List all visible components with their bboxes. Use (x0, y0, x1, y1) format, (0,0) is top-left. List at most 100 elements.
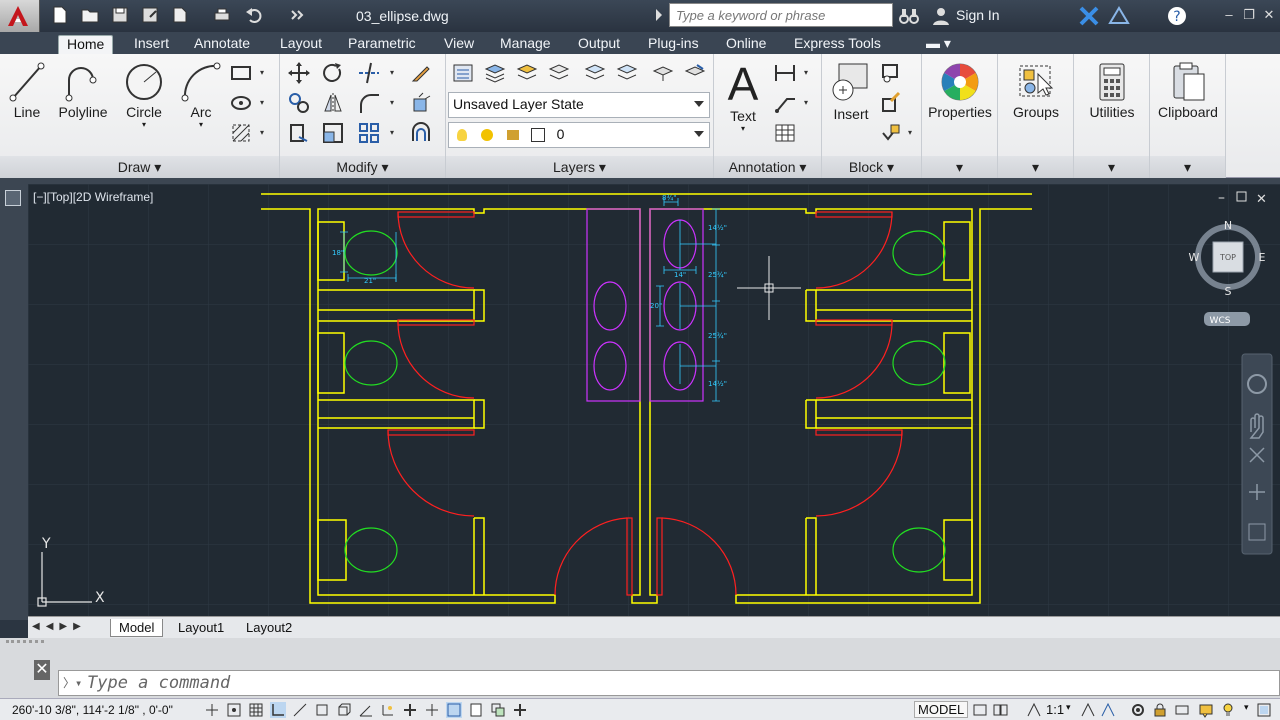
text-button[interactable]: A Text ▾ (720, 58, 766, 133)
notification-icon[interactable] (1198, 702, 1214, 718)
hatch-dropdown-icon[interactable]: ▾ (260, 98, 268, 107)
viewcube-w-label[interactable]: W (1189, 251, 1200, 264)
clipboard-button[interactable]: Clipboard (1150, 60, 1226, 120)
grid-display-icon[interactable] (248, 702, 264, 718)
annotation-scale-dropdown-icon[interactable]: ▾ (1066, 702, 1071, 713)
user-icon[interactable] (930, 5, 952, 27)
explode-icon[interactable] (408, 90, 434, 116)
hardware-acceleration-icon[interactable] (1174, 702, 1190, 718)
tab-layout[interactable]: Layout (272, 35, 330, 54)
tab-express-tools[interactable]: Express Tools (786, 35, 889, 54)
gradient-icon[interactable] (228, 120, 254, 146)
layer-off-icon[interactable] (546, 60, 572, 86)
plot-preview-icon[interactable] (170, 5, 192, 25)
isolate-objects-icon[interactable] (1220, 702, 1236, 718)
infer-constraints-icon[interactable] (204, 702, 220, 718)
auto-scale-icon[interactable] (1100, 702, 1116, 718)
layers-panel-footer[interactable]: Layers ▾ (446, 156, 713, 178)
trim-icon[interactable] (356, 60, 382, 86)
annotation-visibility-icon[interactable] (1080, 702, 1096, 718)
workspace-gear-icon[interactable] (1130, 702, 1146, 718)
tab-insert[interactable]: Insert (126, 35, 177, 54)
fillet-dropdown-icon[interactable]: ▾ (390, 98, 398, 107)
navigation-bar[interactable] (1241, 353, 1273, 555)
tab-annotate[interactable]: Annotate (186, 35, 258, 54)
rectangle-icon[interactable] (228, 60, 254, 86)
more-qat-icon[interactable] (288, 5, 310, 25)
object-snap-icon[interactable] (314, 702, 330, 718)
layer-match-icon[interactable] (650, 60, 676, 86)
layer-properties-icon[interactable] (450, 60, 476, 86)
quick-view-layouts-icon[interactable] (972, 702, 988, 718)
selection-cycling-icon[interactable] (490, 702, 506, 718)
save-as-icon[interactable] (140, 5, 162, 25)
groups-button[interactable]: Groups (998, 60, 1074, 120)
viewcube-n-label[interactable]: N (1224, 219, 1232, 232)
layer-state-combo[interactable]: Unsaved Layer State (448, 92, 710, 118)
circle-button[interactable]: Circle ▾ (118, 60, 170, 129)
restore-window-icon[interactable]: ❐ (1242, 8, 1256, 22)
utilities-button[interactable]: Utilities (1074, 60, 1150, 120)
tab-view[interactable]: View (436, 35, 482, 54)
search-input[interactable]: Type a keyword or phrase (669, 3, 893, 27)
save-icon[interactable] (110, 5, 132, 25)
layer-states-icon[interactable] (482, 60, 508, 86)
autodesk-360-icon[interactable] (1108, 5, 1130, 27)
properties-button[interactable]: Properties (922, 60, 998, 120)
viewcube-s-label[interactable]: S (1225, 285, 1232, 298)
layer-lock-icon[interactable] (614, 60, 640, 86)
annotation-scale-icon[interactable] (1026, 702, 1042, 718)
mirror-icon[interactable] (320, 90, 346, 116)
erase-icon[interactable] (408, 60, 434, 86)
dynamic-ucs-icon[interactable] (380, 702, 396, 718)
tab-output[interactable]: Output (570, 35, 628, 54)
new-file-icon[interactable] (50, 5, 72, 25)
minimize-window-icon[interactable]: – (1222, 8, 1236, 22)
sign-in-button[interactable]: Sign In (956, 7, 1000, 23)
object-snap-tracking-icon[interactable] (358, 702, 374, 718)
copy-icon[interactable] (286, 90, 312, 116)
table-icon[interactable] (772, 120, 798, 146)
ribbon-minimize-icon[interactable]: ▬ ▾ (918, 35, 959, 54)
linear-dimension-icon[interactable] (772, 60, 798, 86)
command-grip-icon[interactable] (6, 640, 44, 652)
tab-online[interactable]: Online (718, 35, 774, 54)
plot-icon[interactable] (212, 5, 234, 25)
clean-screen-icon[interactable] (1256, 702, 1272, 718)
clipboard-panel-footer[interactable]: ▾ (1150, 156, 1225, 178)
snap-mode-icon[interactable] (226, 702, 242, 718)
command-input[interactable]: 〉▾ Type a command (58, 670, 1280, 696)
open-file-icon[interactable] (80, 5, 102, 25)
tab-manage[interactable]: Manage (492, 35, 559, 54)
tab-model[interactable]: Model (110, 619, 164, 637)
gradient-dropdown-icon[interactable]: ▾ (260, 128, 268, 137)
modify-panel-footer[interactable]: Modify ▾ (280, 156, 445, 178)
lock-ui-icon[interactable] (1152, 702, 1168, 718)
drawing-viewport[interactable]: 18" 21" 14½" 14" 25¾" 20" 25¾" 14½" 8¾" (28, 184, 1280, 616)
dimension-dropdown-icon[interactable]: ▾ (804, 68, 812, 77)
ortho-mode-icon[interactable] (270, 702, 286, 718)
fillet-icon[interactable] (356, 90, 382, 116)
current-layer-combo[interactable]: 0 (448, 122, 710, 148)
trim-dropdown-icon[interactable]: ▾ (390, 68, 398, 77)
binoculars-icon[interactable] (898, 5, 920, 27)
exchange-apps-icon[interactable] (1078, 5, 1100, 27)
tab-home[interactable]: Home (58, 35, 114, 54)
annotation-scale-value[interactable]: 1:1 (1046, 702, 1064, 717)
viewcube-e-label[interactable]: E (1259, 251, 1266, 264)
viewport-close-icon[interactable]: ✕ (1256, 192, 1267, 207)
annotation-monitor-icon[interactable] (512, 702, 528, 718)
draw-panel-footer[interactable]: Draw ▾ (0, 156, 279, 178)
layer-isolate-icon[interactable] (514, 60, 540, 86)
block-panel-footer[interactable]: Block ▾ (822, 156, 921, 178)
leader-dropdown-icon[interactable]: ▾ (804, 98, 812, 107)
properties-panel-footer[interactable]: ▾ (922, 156, 997, 178)
tab-layout2[interactable]: Layout2 (238, 619, 300, 636)
circle-dropdown-icon[interactable]: ▾ (118, 120, 170, 129)
search-expand-icon[interactable] (656, 9, 662, 21)
edit-block-icon[interactable] (878, 90, 904, 116)
application-menu-button[interactable] (0, 0, 40, 32)
array-icon[interactable] (356, 120, 382, 146)
quick-properties-icon[interactable] (468, 702, 484, 718)
offset-icon[interactable] (408, 120, 434, 146)
